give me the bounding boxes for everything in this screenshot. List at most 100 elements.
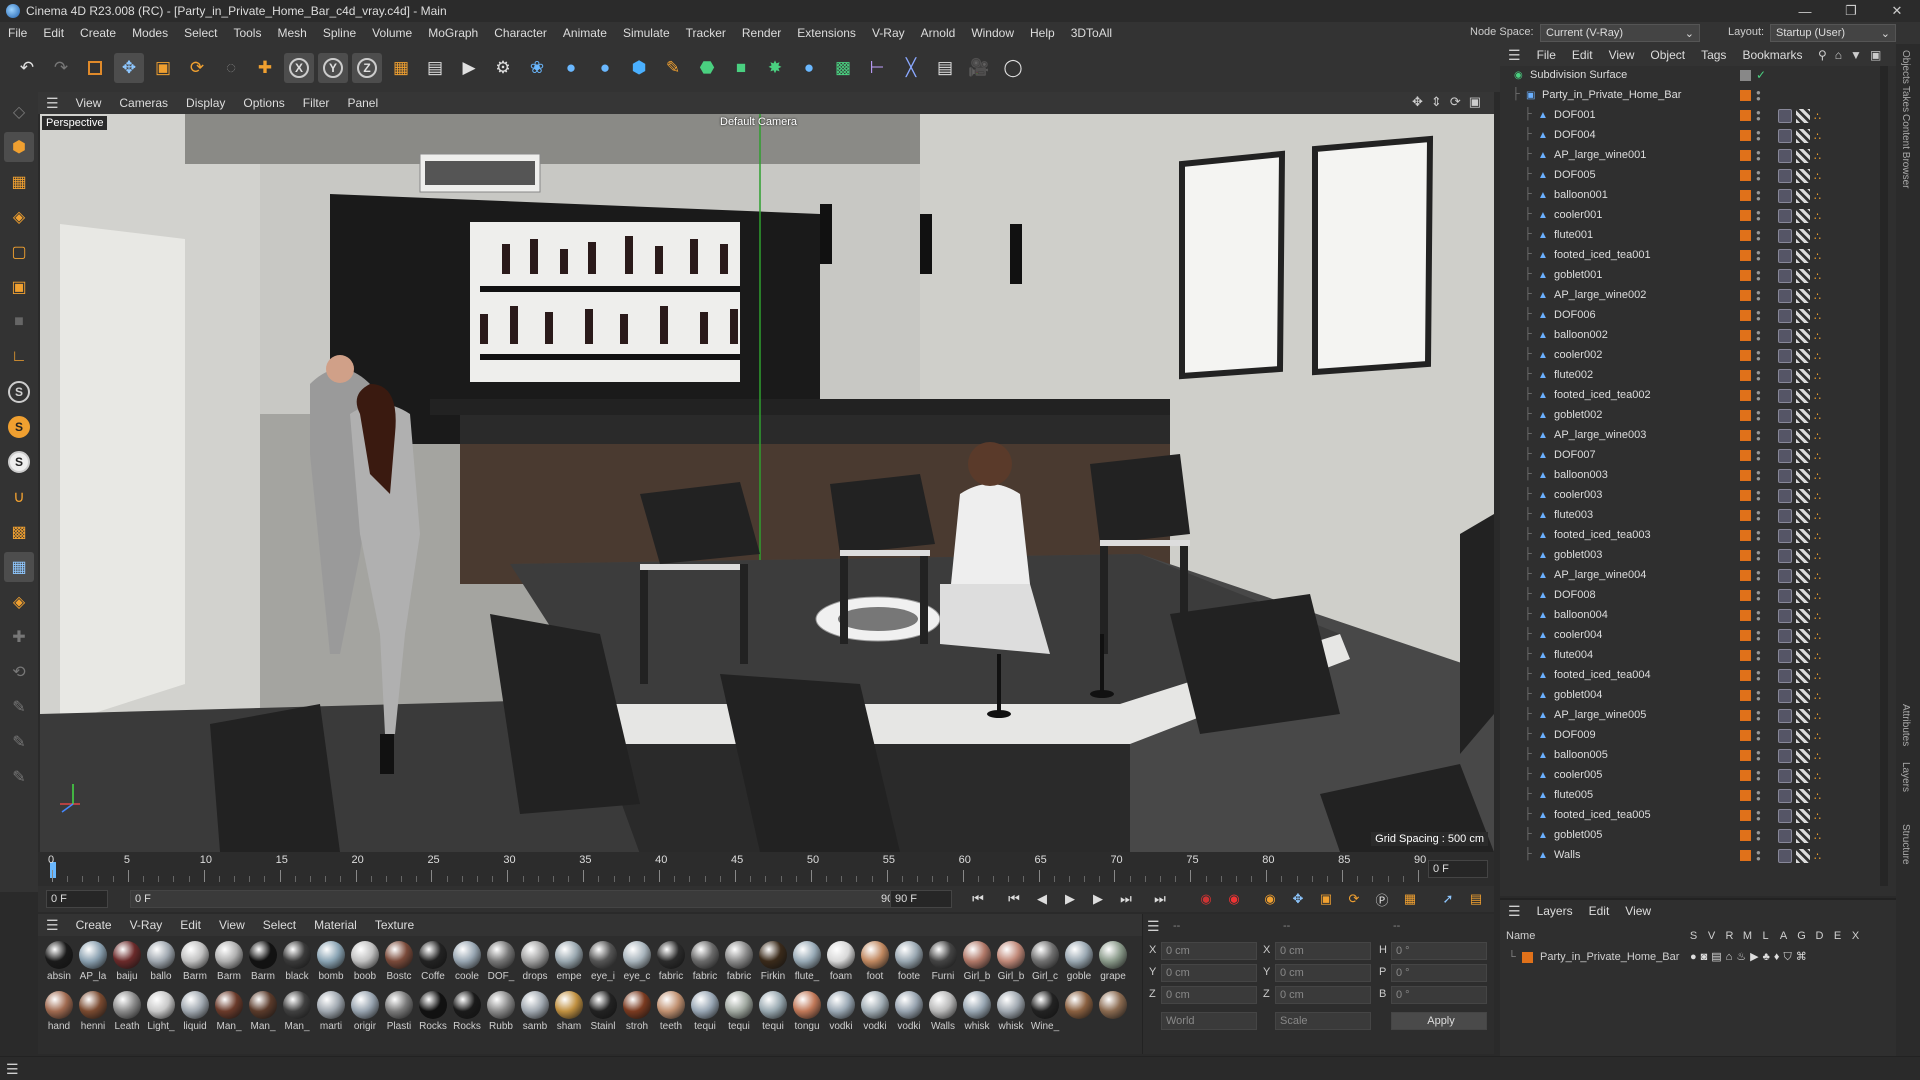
phong-tag-icon[interactable]: [1778, 849, 1792, 863]
material-menu-material[interactable]: Material: [305, 918, 366, 932]
phong-tag-icon[interactable]: [1778, 369, 1792, 383]
material-swatch[interactable]: samb: [518, 988, 552, 1038]
object-row[interactable]: ├ ▲ footed_iced_tea002 ● ● ∴: [1500, 386, 1880, 406]
node-space-select[interactable]: Current (V-Ray) ⌄: [1540, 24, 1700, 42]
material-swatch[interactable]: Girl_b: [994, 938, 1028, 988]
visibility-dots-icon[interactable]: ● ●: [1756, 469, 1761, 483]
layer-swatch[interactable]: [1740, 370, 1751, 381]
visibility-dots-icon[interactable]: ● ●: [1756, 589, 1761, 603]
vray-tag-icon[interactable]: ∴: [1814, 810, 1821, 823]
material-swatch[interactable]: Barm: [212, 938, 246, 988]
material-swatch[interactable]: absin: [42, 938, 76, 988]
vray-tag-icon[interactable]: ∴: [1814, 130, 1821, 143]
material-swatch[interactable]: flute_: [790, 938, 824, 988]
visibility-dots-icon[interactable]: ● ●: [1756, 409, 1761, 423]
polygons-mode-icon[interactable]: ▣: [4, 272, 34, 302]
phong-tag-icon[interactable]: [1778, 749, 1792, 763]
viewport-menu-cameras[interactable]: Cameras: [110, 96, 177, 110]
vray-tag-icon[interactable]: ∴: [1814, 310, 1821, 323]
layer-swatch[interactable]: [1740, 250, 1751, 261]
phong-tag-icon[interactable]: [1778, 829, 1792, 843]
coordinate-system-select[interactable]: World: [1161, 1012, 1257, 1030]
key-position-icon[interactable]: ✥: [1288, 890, 1308, 908]
phong-tag-icon[interactable]: [1778, 169, 1792, 183]
redo-icon[interactable]: ↷: [46, 53, 76, 83]
object-menu-bookmarks[interactable]: Bookmarks: [1734, 48, 1810, 62]
visibility-dots-icon[interactable]: ● ●: [1756, 849, 1761, 863]
material-swatch[interactable]: fabric: [654, 938, 688, 988]
layer-swatch[interactable]: [1740, 690, 1751, 701]
phong-tag-icon[interactable]: [1778, 489, 1792, 503]
material-swatch[interactable]: stroh: [620, 988, 654, 1038]
material-swatch[interactable]: Stainl: [586, 988, 620, 1038]
object-row[interactable]: ├ ▲ DOF001 ● ● ∴: [1500, 106, 1880, 126]
material-tag-icon[interactable]: [1796, 469, 1810, 483]
visibility-dots-icon[interactable]: ● ●: [1756, 109, 1761, 123]
phong-tag-icon[interactable]: [1778, 629, 1792, 643]
vray-tag-icon[interactable]: ∴: [1814, 510, 1821, 523]
material-swatch[interactable]: Rubb: [484, 988, 518, 1038]
layer-swatch[interactable]: [1740, 550, 1751, 561]
side-tab-layers[interactable]: Layers: [1900, 762, 1911, 792]
pan-icon[interactable]: ✥: [1412, 94, 1423, 110]
layer-swatch[interactable]: [1740, 170, 1751, 181]
layer-swatch[interactable]: [1740, 750, 1751, 761]
frame-range-slider[interactable]: 0 F90 F: [130, 890, 910, 908]
layer-swatch[interactable]: [1740, 770, 1751, 781]
layer-swatch[interactable]: [1740, 430, 1751, 441]
layer-swatch[interactable]: [1740, 530, 1751, 541]
phong-tag-icon[interactable]: [1778, 129, 1792, 143]
layer-swatch[interactable]: [1740, 650, 1751, 661]
vray-tag-icon[interactable]: ∴: [1814, 230, 1821, 243]
object-row[interactable]: ├ ▲ DOF007 ● ● ∴: [1500, 446, 1880, 466]
phong-tag-icon[interactable]: [1778, 389, 1792, 403]
layer-swatch[interactable]: [1740, 810, 1751, 821]
generator-icon[interactable]: ⬣: [692, 53, 722, 83]
vray-tag-icon[interactable]: ∴: [1814, 250, 1821, 263]
vray-tag-icon[interactable]: ∴: [1814, 650, 1821, 663]
layer-swatch[interactable]: [1740, 790, 1751, 801]
material-swatch[interactable]: Bostc: [382, 938, 416, 988]
material-tag-icon[interactable]: [1796, 149, 1810, 163]
material-menu-create[interactable]: Create: [67, 918, 121, 932]
z-axis-lock-icon[interactable]: Z: [352, 53, 382, 83]
layer-swatch[interactable]: [1740, 330, 1751, 341]
next-frame-icon[interactable]: ▶: [1088, 890, 1108, 908]
vray-tag-icon[interactable]: ∴: [1814, 270, 1821, 283]
menu-item-tools[interactable]: Tools: [225, 26, 269, 40]
material-tag-icon[interactable]: [1796, 209, 1810, 223]
live-selection-icon[interactable]: [80, 53, 110, 83]
phong-tag-icon[interactable]: [1778, 549, 1792, 563]
object-menu-file[interactable]: File: [1529, 48, 1564, 62]
size-x-field[interactable]: 0 cm: [1275, 942, 1371, 960]
layer-swatch[interactable]: [1740, 850, 1751, 861]
object-row[interactable]: ├ ▲ cooler002 ● ● ∴: [1500, 346, 1880, 366]
vray-tag-icon[interactable]: ∴: [1814, 390, 1821, 403]
vray-tag-icon[interactable]: ∴: [1814, 570, 1821, 583]
vray-render-icon[interactable]: ❀: [522, 53, 552, 83]
visibility-dots-icon[interactable]: ● ●: [1756, 669, 1761, 683]
layer-swatch[interactable]: [1740, 130, 1751, 141]
menu-item-tracker[interactable]: Tracker: [678, 26, 734, 40]
filter-icon[interactable]: ▼: [1850, 48, 1862, 62]
model-mode-icon[interactable]: ⬢: [4, 132, 34, 162]
grid-icon[interactable]: ▦: [4, 552, 34, 582]
material-swatch[interactable]: Leath: [110, 988, 144, 1038]
render-view-icon[interactable]: ▶: [454, 53, 484, 83]
object-row[interactable]: ├ ▲ AP_large_wine005 ● ● ∴: [1500, 706, 1880, 726]
visibility-dots-icon[interactable]: ● ●: [1756, 829, 1761, 843]
visibility-dots-icon[interactable]: ● ●: [1756, 549, 1761, 563]
edges-mode-icon[interactable]: ▢: [4, 237, 34, 267]
phong-tag-icon[interactable]: [1778, 569, 1792, 583]
material-tag-icon[interactable]: [1796, 789, 1810, 803]
layer-swatch[interactable]: [1740, 470, 1751, 481]
vray-tag-icon[interactable]: ∴: [1814, 630, 1821, 643]
material-swatch[interactable]: Girl_c: [1028, 938, 1062, 988]
autokey-icon[interactable]: ◉: [1224, 890, 1244, 908]
phong-tag-icon[interactable]: [1778, 309, 1792, 323]
material-swatch[interactable]: tequi: [722, 988, 756, 1038]
menu-item-file[interactable]: File: [0, 26, 35, 40]
recent-tools-icon[interactable]: ◌: [216, 53, 246, 83]
timeline-ruler[interactable]: 0 5 10 15 20 25 30 35 40 45 50 55 60 65 70 75 80 85 90 0 F: [38, 852, 1494, 886]
menu-item-create[interactable]: Create: [72, 26, 124, 40]
